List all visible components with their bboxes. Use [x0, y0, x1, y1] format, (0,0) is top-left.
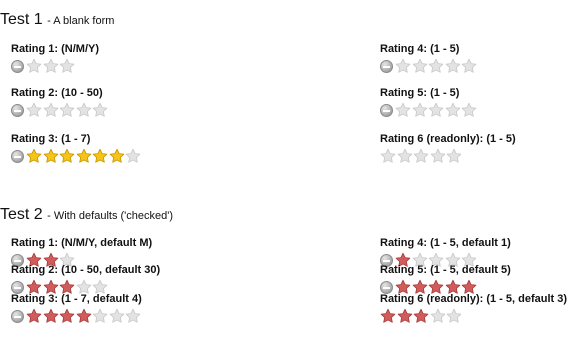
cancel-icon[interactable]	[380, 59, 393, 73]
rating-label: Rating 6 (readonly): (1 - 5, default 3)	[380, 293, 568, 305]
rating-label: Rating 2: (10 - 50)	[11, 87, 103, 99]
rating-label: Rating 6 (readonly): (1 - 5)	[380, 133, 516, 145]
star-empty-icon[interactable]	[395, 102, 411, 118]
star-filled-icon[interactable]	[26, 148, 42, 164]
star-empty-icon[interactable]	[26, 58, 42, 74]
star-filled-icon[interactable]	[109, 148, 125, 164]
star-empty-icon	[430, 308, 446, 324]
star-filled-icon[interactable]	[59, 308, 75, 324]
star-empty-icon[interactable]	[92, 308, 108, 324]
rating-label: Rating 5: (1 - 5)	[380, 87, 460, 99]
test-1-title: Test 1 - A blank form	[0, 11, 114, 29]
star-filled-icon	[380, 308, 396, 324]
star-empty-icon	[380, 148, 396, 164]
star-empty-icon[interactable]	[92, 102, 108, 118]
star-empty-icon[interactable]	[125, 148, 141, 164]
star-empty-icon	[446, 148, 462, 164]
star-filled-icon	[413, 308, 429, 324]
cancel-icon[interactable]	[11, 309, 24, 323]
star-filled-icon[interactable]	[43, 148, 59, 164]
rating-t2-r3: Rating 3: (1 - 7, default 4)	[11, 292, 142, 324]
star-filled-icon[interactable]	[43, 308, 59, 324]
star-rating-widget[interactable]	[11, 102, 109, 118]
test-1-heading: Test 1	[0, 11, 43, 28]
rating-label: Rating 3: (1 - 7)	[11, 133, 91, 145]
rating-label: Rating 5: (1 - 5, default 5)	[380, 264, 511, 276]
star-rating-widget[interactable]	[11, 58, 99, 74]
star-empty-icon[interactable]	[43, 102, 59, 118]
star-filled-icon[interactable]	[92, 148, 108, 164]
star-empty-icon[interactable]	[445, 58, 461, 74]
test-2-title: Test 2 - With defaults ('checked')	[0, 206, 173, 224]
rating-label: Rating 1: (N/M/Y, default M)	[11, 237, 153, 249]
star-empty-icon	[397, 148, 413, 164]
star-empty-icon[interactable]	[412, 102, 428, 118]
rating-label: Rating 4: (1 - 5)	[380, 43, 460, 55]
star-rating-widget-readonly	[380, 148, 516, 164]
star-empty-icon[interactable]	[428, 102, 444, 118]
star-rating-widget[interactable]	[380, 58, 478, 74]
star-empty-icon	[430, 148, 446, 164]
star-rating-widget[interactable]	[11, 308, 142, 324]
star-empty-icon[interactable]	[461, 102, 477, 118]
star-empty-icon[interactable]	[412, 58, 428, 74]
star-empty-icon[interactable]	[109, 308, 125, 324]
star-empty-icon[interactable]	[26, 102, 42, 118]
rating-t1-r2: Rating 2: (10 - 50)	[11, 86, 109, 118]
rating-t2-r6: Rating 6 (readonly): (1 - 5, default 3)	[380, 292, 567, 324]
rating-t1-r5: Rating 5: (1 - 5)	[380, 86, 478, 118]
star-filled-icon	[397, 308, 413, 324]
star-empty-icon[interactable]	[445, 102, 461, 118]
star-empty-icon[interactable]	[59, 58, 75, 74]
cancel-icon[interactable]	[11, 59, 24, 73]
star-filled-icon[interactable]	[59, 148, 75, 164]
star-filled-icon[interactable]	[76, 148, 92, 164]
star-empty-icon[interactable]	[43, 58, 59, 74]
star-empty-icon[interactable]	[461, 58, 477, 74]
star-empty-icon[interactable]	[428, 58, 444, 74]
test-1-subtitle: - A blank form	[47, 15, 115, 27]
star-empty-icon[interactable]	[395, 58, 411, 74]
star-rating-widget-readonly	[380, 308, 567, 324]
test-2-heading: Test 2	[0, 206, 43, 223]
star-empty-icon[interactable]	[125, 308, 141, 324]
cancel-icon[interactable]	[11, 149, 24, 163]
star-empty-icon	[413, 148, 429, 164]
rating-label: Rating 3: (1 - 7, default 4)	[11, 293, 142, 305]
rating-t1-r4: Rating 4: (1 - 5)	[380, 42, 478, 74]
star-empty-icon	[446, 308, 462, 324]
star-empty-icon[interactable]	[76, 102, 92, 118]
star-rating-widget[interactable]	[380, 102, 478, 118]
rating-label: Rating 1: (N/M/Y)	[11, 43, 99, 55]
test-2-subtitle: - With defaults ('checked')	[47, 210, 173, 222]
rating-t1-r1: Rating 1: (N/M/Y)	[11, 42, 99, 74]
rating-t2-r5: Rating 5: (1 - 5, default 5)	[380, 263, 511, 295]
cancel-icon[interactable]	[380, 103, 393, 117]
rating-label: Rating 4: (1 - 5, default 1)	[380, 237, 511, 249]
rating-label: Rating 2: (10 - 50, default 30)	[11, 264, 161, 276]
cancel-icon[interactable]	[11, 103, 24, 117]
rating-t2-r2: Rating 2: (10 - 50, default 30)	[11, 263, 160, 295]
rating-t1-r6: Rating 6 (readonly): (1 - 5)	[380, 132, 516, 164]
rating-t1-r3: Rating 3: (1 - 7)	[11, 132, 142, 164]
star-rating-widget[interactable]	[11, 148, 142, 164]
star-empty-icon[interactable]	[59, 102, 75, 118]
star-filled-icon[interactable]	[26, 308, 42, 324]
star-filled-icon[interactable]	[76, 308, 92, 324]
